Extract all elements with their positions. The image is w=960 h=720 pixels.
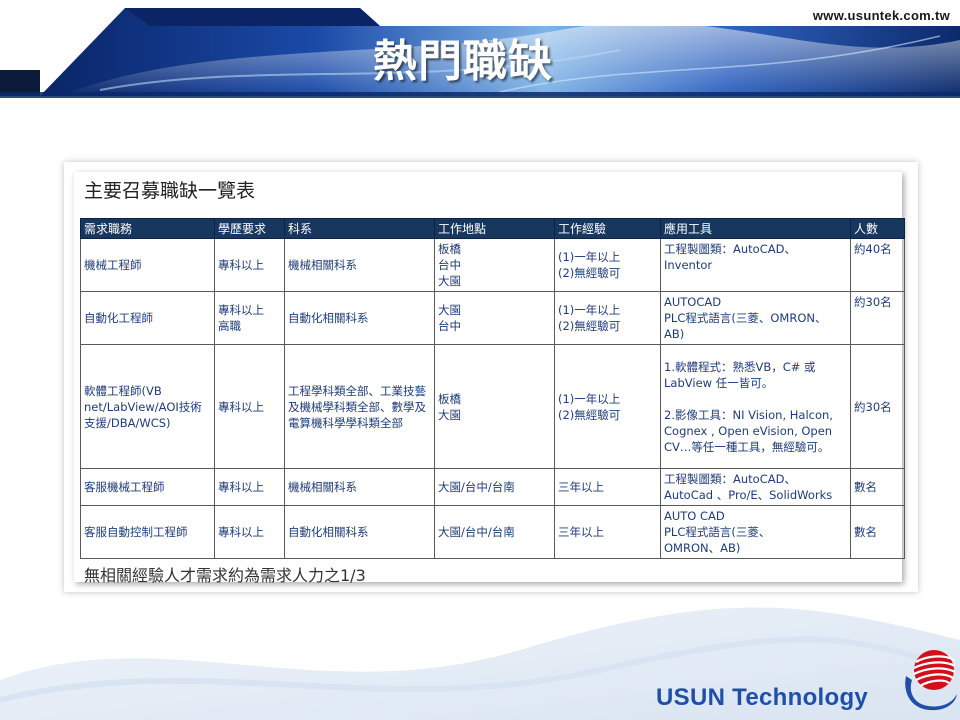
table-row: 自動化工程師 專科以上 高職 自動化相關科系 大園 台中 (1)一年以上 (2)… — [80, 291, 905, 345]
cell-major: 自動化相關科系 — [284, 291, 435, 345]
cell-major: 工程學科類全部、工業技藝 及機械學科類全部、數學及 電算機科學學科類全部 — [284, 344, 435, 469]
cell-education: 專科以上 高職 — [214, 291, 285, 345]
cell-education: 專科以上 — [214, 344, 285, 469]
cell-position: 機械工程師 — [80, 238, 215, 292]
column-header: 工作經驗 — [554, 218, 661, 239]
cell-position: 客服機械工程師 — [80, 468, 215, 506]
table-row: 機械工程師 專科以上 機械相關科系 板橋 台中 大園 (1)一年以上 (2)無經… — [80, 238, 905, 292]
cell-major: 自動化相關科系 — [284, 505, 435, 559]
cell-count: 約40名 — [850, 238, 905, 292]
page-title: 熱門職缺 — [373, 36, 553, 87]
cell-count: 數名 — [850, 505, 905, 559]
cell-count: 約30名 — [850, 291, 905, 345]
cell-tools: 1.軟體程式：熟悉VB，C# 或 LabView 任一皆可。 2.影像工具：NI… — [660, 344, 851, 469]
cell-tools: AUTOCAD PLC程式語言(三菱、OMRON、 AB) — [660, 291, 851, 345]
cell-location: 大園/台中/台南 — [434, 468, 555, 506]
cell-experience: 三年以上 — [554, 468, 661, 506]
column-header: 學歷要求 — [214, 218, 285, 239]
cell-count: 約30名 — [850, 344, 905, 469]
column-header: 科系 — [284, 218, 435, 239]
cell-education: 專科以上 — [214, 238, 285, 292]
cell-location: 板橋 台中 大園 — [434, 238, 555, 292]
cell-major: 機械相關科系 — [284, 238, 435, 292]
jobs-table: 需求職務 學歷要求 科系 工作地點 工作經驗 應用工具 人數 機械工程師 專科以… — [80, 218, 905, 559]
brand-name: USUN Technology — [656, 684, 869, 711]
cell-location: 板橋 大園 — [434, 344, 555, 469]
cell-location: 大園 台中 — [434, 291, 555, 345]
cell-tools: AUTO CAD PLC程式語言(三菱、 OMRON、AB) — [660, 505, 851, 559]
footnote: 無相關經驗人才需求約為需求人力之1/3 — [84, 566, 366, 585]
cell-major: 機械相關科系 — [284, 468, 435, 506]
usun-swoosh-logo-icon — [905, 650, 957, 711]
cell-tools: 工程製圖類：AutoCAD、 AutoCad 、Pro/E、SolidWorks — [660, 468, 851, 506]
cell-count: 數名 — [850, 468, 905, 506]
table-heading: 主要召募職缺一覽表 — [84, 180, 256, 202]
cell-experience: 三年以上 — [554, 505, 661, 559]
cell-education: 專科以上 — [214, 468, 285, 506]
table-row: 客服機械工程師 專科以上 機械相關科系 大園/台中/台南 三年以上 工程製圖類：… — [80, 468, 905, 506]
cell-position: 客服自動控制工程師 — [80, 505, 215, 559]
cell-experience: (1)一年以上 (2)無經驗可 — [554, 238, 661, 292]
cell-position: 自動化工程師 — [80, 291, 215, 345]
table-header-row: 需求職務 學歷要求 科系 工作地點 工作經驗 應用工具 人數 — [80, 218, 905, 239]
header-banner: www.usuntek.com.tw 熱門職缺 — [0, 0, 960, 98]
column-header: 應用工具 — [660, 218, 851, 239]
cell-tools: 工程製圖類：AutoCAD、 Inventor — [660, 238, 851, 292]
cell-experience: (1)一年以上 (2)無經驗可 — [554, 344, 661, 469]
cell-experience: (1)一年以上 (2)無經驗可 — [554, 291, 661, 345]
column-header: 需求職務 — [80, 218, 215, 239]
table-row: 軟體工程師(VB net/LabView/AOI技術 支援/DBA/WCS) 專… — [80, 344, 905, 469]
cell-location: 大園/台中/台南 — [434, 505, 555, 559]
site-url[interactable]: www.usuntek.com.tw — [813, 8, 950, 23]
cell-position: 軟體工程師(VB net/LabView/AOI技術 支援/DBA/WCS) — [80, 344, 215, 469]
cell-education: 專科以上 — [214, 505, 285, 559]
column-header: 人數 — [850, 218, 905, 239]
table-row: 客服自動控制工程師 專科以上 自動化相關科系 大園/台中/台南 三年以上 AUT… — [80, 505, 905, 559]
column-header: 工作地點 — [434, 218, 555, 239]
